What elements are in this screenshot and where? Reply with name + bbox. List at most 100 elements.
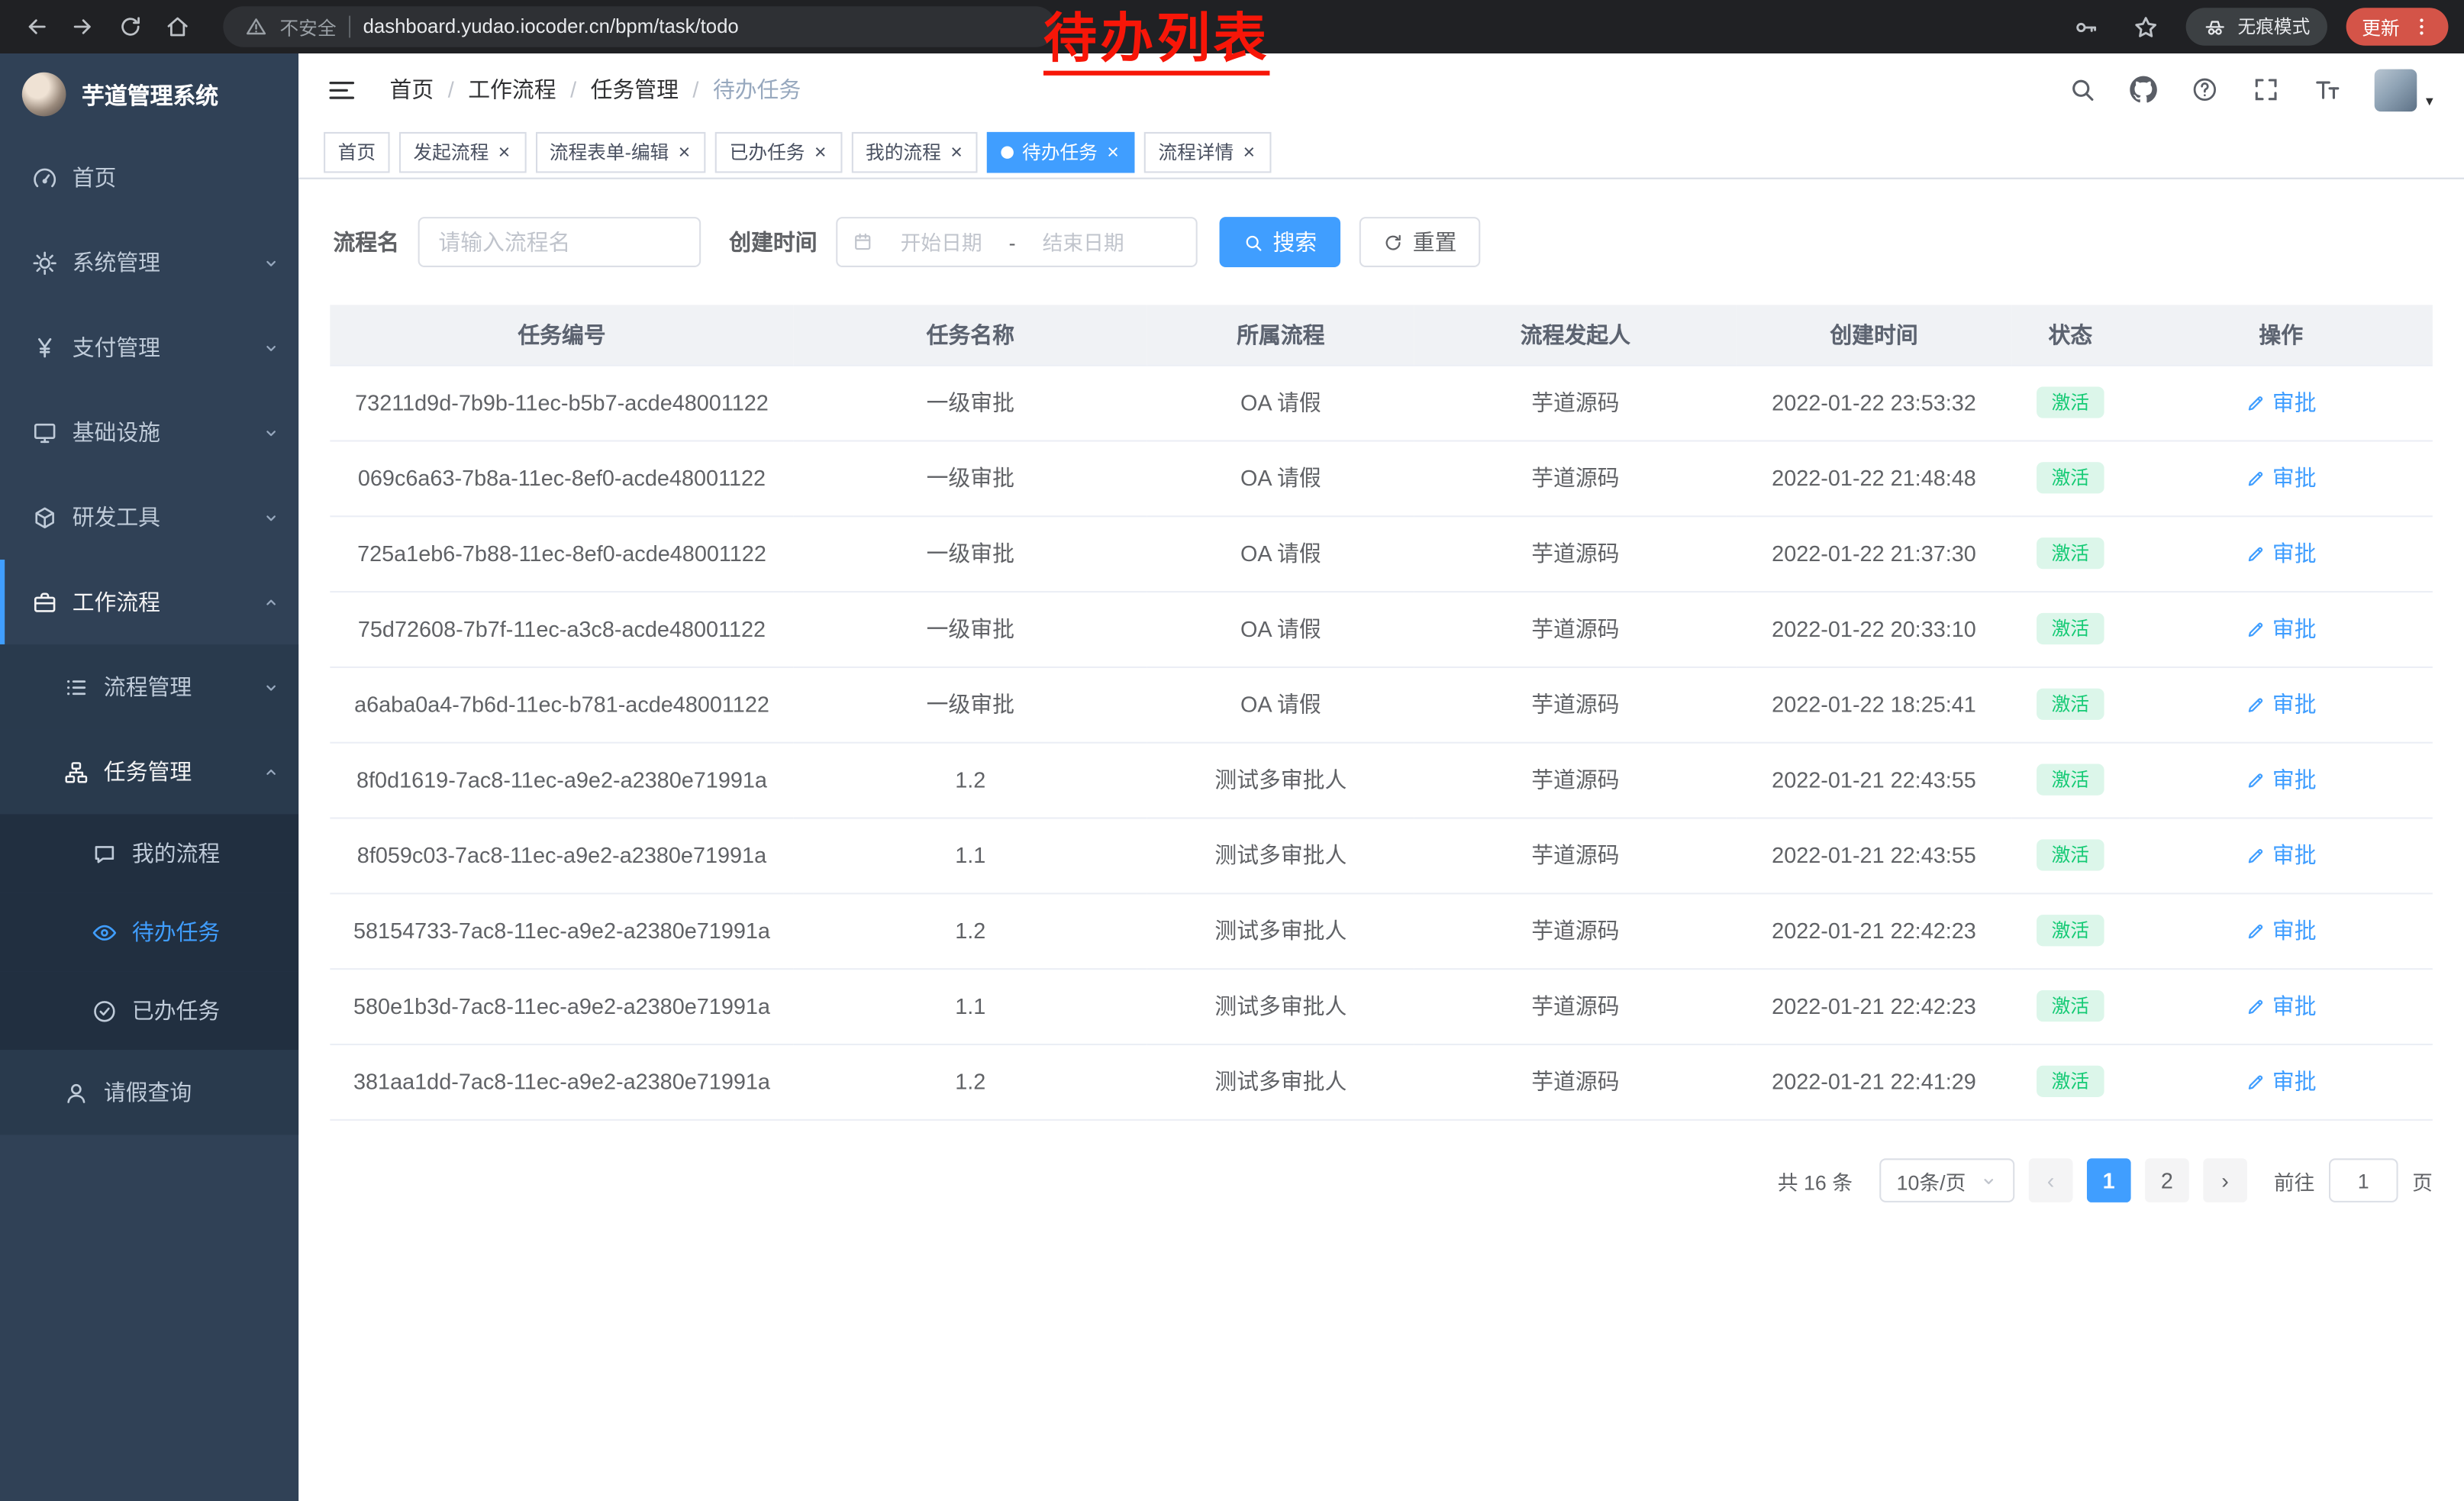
close-icon[interactable]: × [949,141,964,162]
approve-link[interactable]: 审批 [2246,839,2317,870]
breadcrumb-item: 任务管理 / [591,74,713,105]
starter-cell: 芋道源码 [1414,818,1737,893]
fullscreen-button[interactable] [2252,76,2280,104]
forward-button[interactable] [63,6,104,47]
page-2-button[interactable]: 2 [2145,1158,2189,1202]
chevron-up-icon [263,593,280,611]
tab-label: 流程表单-编辑 [550,138,669,165]
edit-icon [2246,996,2266,1016]
close-icon[interactable]: × [677,141,692,162]
caret-down-icon [1980,1172,1998,1190]
app-logo[interactable]: 芋道管理系统 [0,53,298,135]
approve-link[interactable]: 审批 [2246,462,2317,493]
sidebar-item-done-tasks[interactable]: 已办任务 [0,971,298,1050]
end-date-input[interactable] [1024,231,1143,254]
breadcrumb-link[interactable]: 任务管理 [591,74,679,105]
github-button[interactable] [2130,76,2158,104]
sidebar-item-label: 已办任务 [132,995,220,1026]
user-menu[interactable]: ▼ [2375,69,2436,111]
process-cell: OA 请假 [1147,440,1414,515]
sidebar-item-my-process[interactable]: 我的流程 [0,814,298,893]
tab-start-process[interactable]: 发起流程 × [399,131,526,173]
一级审批: 75d72608-7b7f-11ec-a3c8-acde48001122 一级审… [330,591,2433,667]
status-badge: 激活 [2037,764,2103,796]
approve-link[interactable]: 审批 [2246,1066,2317,1097]
sidebar-item-home[interactable]: 首页 [0,135,298,220]
tab-form-edit[interactable]: 流程表单-编辑 × [535,131,706,173]
page-buttons: 12 [2087,1158,2189,1202]
help-button[interactable] [2191,76,2219,104]
font-size-button[interactable] [2314,76,2342,104]
breadcrumb-link[interactable]: 首页 [390,74,434,105]
breadcrumb-link[interactable]: 工作流程 [468,74,556,105]
reload-button[interactable] [110,6,151,47]
tab-my-process[interactable]: 我的流程 × [851,131,978,173]
date-range-picker[interactable]: - [836,217,1198,267]
task-name-cell: 一级审批 [794,667,1147,742]
search-button[interactable]: 搜索 [1220,217,1341,267]
active-dot [1001,145,1014,157]
approve-link[interactable]: 审批 [2246,990,2317,1022]
sidebar-item-process-management[interactable]: 流程管理 [0,644,298,729]
start-date-input[interactable] [882,231,1001,254]
chevron-down-icon [263,253,280,271]
process-cell: OA 请假 [1147,515,1414,591]
process-cell: OA 请假 [1147,591,1414,667]
sidebar-item-leave-query[interactable]: 请假查询 [0,1050,298,1135]
incognito-badge[interactable]: 无痕模式 [2186,8,2327,45]
approve-link[interactable]: 审批 [2246,689,2317,720]
edit-icon [2246,920,2266,941]
approve-link[interactable]: 审批 [2246,915,2317,946]
bookmark-button[interactable] [2126,6,2167,47]
approve-link[interactable]: 审批 [2246,764,2317,796]
page-size-select[interactable]: 10条/页 [1879,1158,2014,1202]
close-icon[interactable]: × [1242,141,1257,162]
process-name-input[interactable] [418,217,701,267]
sidebar-item-system[interactable]: 系统管理 [0,220,298,305]
sidebar-item-task-management[interactable]: 任务管理 [0,729,298,814]
sidebar-item-label: 请假查询 [104,1077,192,1108]
tab-home[interactable]: 首页 × [324,131,389,173]
tab-done-tasks[interactable]: 已办任务 × [715,131,842,173]
goto-page-input[interactable] [2329,1158,2398,1202]
tab-process-detail[interactable]: 流程详情 × [1144,131,1271,173]
next-page-button[interactable]: › [2203,1158,2247,1202]
sidebar-toggle[interactable] [327,73,361,107]
approve-link[interactable]: 审批 [2246,386,2317,418]
starter-cell: 芋道源码 [1414,515,1737,591]
sidebar-item-workflow[interactable]: 工作流程 [0,560,298,644]
tab-todo-tasks[interactable]: 待办任务 × [988,131,1135,173]
close-icon[interactable]: × [813,141,828,162]
forward-icon [71,15,96,40]
chrome-update-button[interactable]: 更新 [2346,8,2449,45]
close-icon[interactable]: × [1105,141,1121,162]
prev-page-button[interactable]: ‹ [2029,1158,2073,1202]
password-key-button[interactable] [2066,6,2108,47]
address-bar[interactable]: 不安全 dashboard.yudao.iocoder.cn/bpm/task/… [223,6,1056,47]
refresh-icon [1383,232,1404,253]
header-search-button[interactable] [2068,76,2096,104]
tab-label: 我的流程 [866,138,941,165]
sidebar-item-infrastructure[interactable]: 基础设施 [0,390,298,475]
create-time-cell: 2022-01-22 21:37:30 [1737,515,2011,591]
status-badge: 激活 [2037,689,2103,720]
approve-link[interactable]: 审批 [2246,613,2317,644]
fullscreen-icon [2252,76,2280,104]
breadcrumb-link[interactable]: 待办任务 [713,74,801,105]
sidebar-item-devtools[interactable]: 研发工具 [0,475,298,560]
column-header: 任务编号 [330,305,793,364]
reset-button[interactable]: 重置 [1359,217,1481,267]
close-icon[interactable]: × [497,141,512,162]
chevron-up-icon [263,763,280,780]
page-1-button[interactable]: 1 [2087,1158,2131,1202]
task-name-cell: 一级审批 [794,591,1147,667]
approve-link[interactable]: 审批 [2246,537,2317,569]
back-button[interactable] [16,6,57,47]
sidebar-item-todo-tasks[interactable]: 待办任务 [0,893,298,971]
sidebar-item-payment[interactable]: 支付管理 [0,305,298,389]
status-badge: 激活 [2037,537,2103,569]
1.1: 8f059c03-7ac8-11ec-a9e2-a2380e71991a 1.1… [330,818,2433,893]
process-cell: 测试多审批人 [1147,742,1414,818]
home-button[interactable] [157,6,198,47]
process-cell: OA 请假 [1147,667,1414,742]
